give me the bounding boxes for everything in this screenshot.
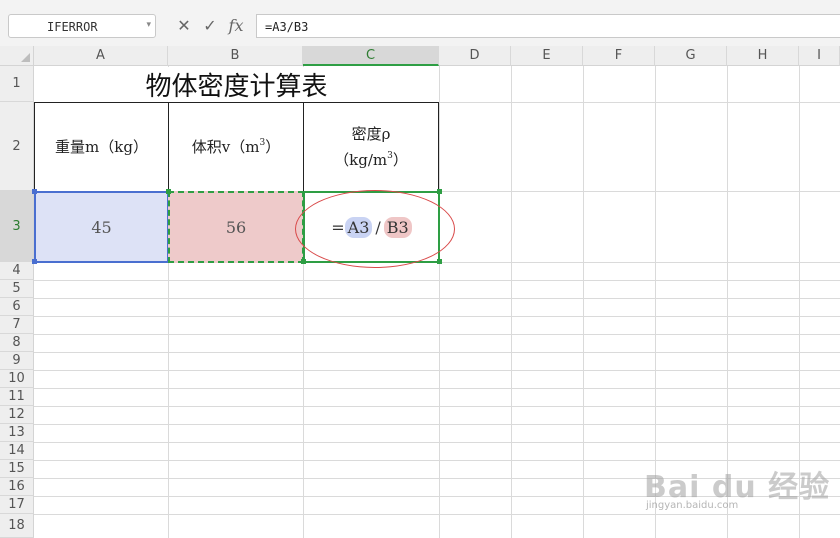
row-header-3[interactable]: 3: [0, 191, 34, 262]
gridline: [34, 280, 840, 281]
fx-button[interactable]: fx: [226, 14, 246, 38]
row-header-6[interactable]: 6: [0, 298, 34, 316]
selection-handle[interactable]: [32, 189, 37, 194]
row-header-10[interactable]: 10: [0, 370, 34, 388]
row-header-12[interactable]: 12: [0, 406, 34, 424]
row-header-16[interactable]: 16: [0, 478, 34, 496]
cell-b2[interactable]: 体积v（m3）: [168, 102, 304, 192]
column-header-e[interactable]: E: [511, 46, 583, 66]
gridline: [34, 424, 840, 425]
cell-a3[interactable]: 45: [34, 191, 169, 263]
row-header-13[interactable]: 13: [0, 424, 34, 442]
gridline: [439, 66, 440, 538]
selection-handle[interactable]: [32, 259, 37, 264]
column-header-d[interactable]: D: [439, 46, 511, 66]
fill-handle[interactable]: [437, 259, 442, 264]
row-header-14[interactable]: 14: [0, 442, 34, 460]
selection-handle[interactable]: [437, 189, 442, 194]
gridline: [34, 406, 840, 407]
row-header-1[interactable]: 1: [0, 66, 34, 102]
column-header-f[interactable]: F: [583, 46, 655, 66]
row-header-17[interactable]: 17: [0, 496, 34, 514]
row-header-9[interactable]: 9: [0, 352, 34, 370]
gridline: [511, 66, 512, 538]
row-header-15[interactable]: 15: [0, 460, 34, 478]
weight-header-label: 重量m（kg）: [55, 138, 148, 156]
formula-input[interactable]: =A3/B3: [256, 14, 840, 38]
select-all-corner[interactable]: [0, 46, 34, 66]
gridline: [34, 352, 840, 353]
gridline: [34, 298, 840, 299]
weight-value: 45: [91, 217, 112, 237]
row-header-4[interactable]: 4: [0, 262, 34, 280]
cancel-icon[interactable]: ✕: [174, 14, 194, 38]
confirm-icon[interactable]: ✓: [200, 14, 220, 38]
row-header-8[interactable]: 8: [0, 334, 34, 352]
chevron-down-icon[interactable]: ▾: [146, 20, 151, 30]
name-box-value: IFERROR: [47, 20, 98, 34]
watermark-url: jingyan.baidu.com: [646, 500, 739, 511]
sheet-title-cell[interactable]: 物体密度计算表: [34, 67, 439, 102]
column-header-i[interactable]: I: [799, 46, 840, 66]
selection-handle[interactable]: [301, 259, 306, 264]
cell-a2[interactable]: 重量m（kg）: [34, 102, 169, 192]
row-header-18[interactable]: 18: [0, 514, 34, 538]
column-header-a[interactable]: A: [34, 46, 168, 66]
row-header-7[interactable]: 7: [0, 316, 34, 334]
name-box[interactable]: IFERROR ▾: [8, 14, 156, 38]
volume-header-label: 体积v（m3）: [191, 138, 281, 156]
column-header-h[interactable]: H: [727, 46, 799, 66]
volume-value: 56: [225, 217, 247, 237]
cell-c2[interactable]: 密度ρ （kg/m3）: [303, 102, 439, 192]
density-header-line2: （kg/m3）: [334, 151, 408, 169]
row-header-2[interactable]: 2: [0, 102, 34, 191]
gridline: [34, 316, 840, 317]
gridline: [34, 460, 840, 461]
row-header-11[interactable]: 11: [0, 388, 34, 406]
column-header-g[interactable]: G: [655, 46, 727, 66]
formula-toolbar: IFERROR ▾ ✕ ✓ fx =A3/B3: [0, 0, 840, 46]
gridline: [34, 514, 840, 515]
selection-handle[interactable]: [166, 189, 171, 194]
gridline: [34, 442, 840, 443]
cell-b3[interactable]: 56: [168, 191, 304, 263]
gridline: [34, 388, 840, 389]
column-header-b[interactable]: B: [168, 46, 303, 66]
formula-text: =A3/B3: [265, 20, 309, 34]
column-header-c[interactable]: C: [303, 46, 439, 66]
gridline: [583, 66, 584, 538]
annotation-oval: [295, 190, 455, 268]
row-header-5[interactable]: 5: [0, 280, 34, 298]
gridline: [34, 334, 840, 335]
density-header-line1: 密度ρ: [351, 125, 391, 143]
gridline: [34, 370, 840, 371]
